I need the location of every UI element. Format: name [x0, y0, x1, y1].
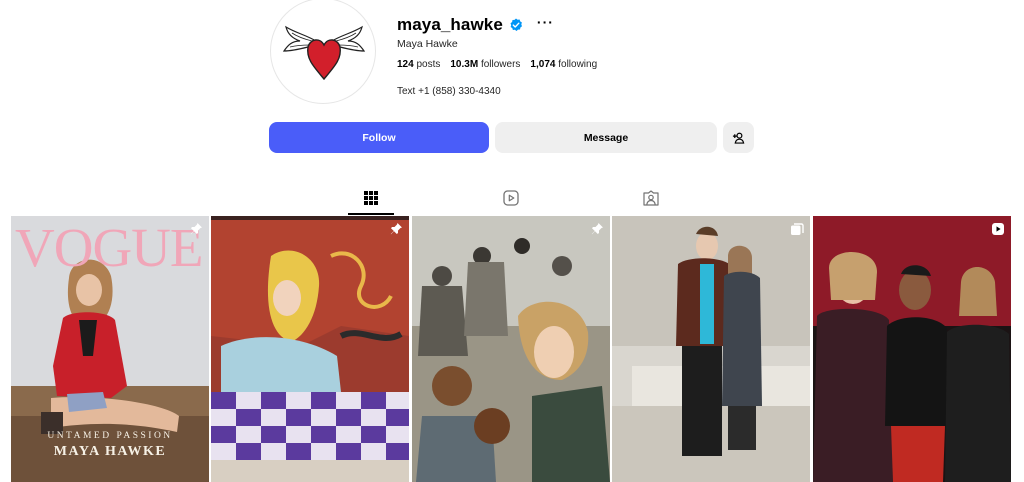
post-tile-2[interactable] — [211, 216, 409, 482]
winged-heart-icon — [282, 25, 366, 81]
checkered-floor — [211, 392, 409, 460]
post-tile-4[interactable] — [612, 216, 810, 482]
profile-stats: 124 posts 10.3M followers 1,074 followin… — [397, 59, 597, 70]
username-row: maya_hawke ··· — [397, 14, 554, 36]
pin-icon — [190, 223, 202, 235]
cover-name: MAYA HAWKE — [53, 444, 167, 459]
more-options-icon[interactable]: ··· — [537, 15, 554, 29]
carousel-icon — [791, 223, 804, 235]
follow-button[interactable]: Follow — [269, 122, 489, 153]
post-image — [813, 216, 1011, 482]
post-tile-5[interactable] — [813, 216, 1011, 482]
tab-tagged[interactable] — [641, 188, 661, 208]
posts-grid: VOGUE UNTAMED PASSION MAYA HAWKE — [11, 216, 1013, 482]
post-image — [211, 216, 409, 482]
reel-icon — [992, 223, 1004, 235]
profile-avatar[interactable] — [270, 0, 376, 104]
followers-stat[interactable]: 10.3M followers — [450, 59, 520, 70]
bio-text: Text +1 (858) 330-4340 — [397, 86, 501, 97]
post-image — [612, 216, 810, 482]
cover-tagline: UNTAMED PASSION — [47, 431, 173, 441]
followers-count: 10.3M — [450, 59, 479, 70]
add-user-icon — [732, 132, 745, 144]
tab-reels[interactable] — [501, 188, 521, 208]
posts-stat: 124 posts — [397, 59, 440, 70]
following-label: following — [558, 59, 598, 70]
reels-icon — [503, 190, 519, 206]
grid-icon — [364, 191, 378, 205]
following-count: 1,074 — [530, 59, 556, 70]
posts-label: posts — [416, 59, 441, 70]
full-name: Maya Hawke — [397, 38, 458, 50]
active-tab-indicator — [348, 213, 394, 215]
username: maya_hawke — [397, 15, 503, 34]
pin-icon — [591, 223, 603, 235]
post-tile-1[interactable]: VOGUE UNTAMED PASSION MAYA HAWKE — [11, 216, 209, 482]
post-image — [412, 216, 610, 482]
cover-title: VOGUE — [15, 217, 203, 278]
following-stat[interactable]: 1,074 following — [530, 59, 597, 70]
post-tile-3[interactable] — [412, 216, 610, 482]
tagged-icon — [643, 190, 659, 206]
followers-label: followers — [480, 59, 521, 70]
message-button[interactable]: Message — [495, 122, 717, 153]
verified-badge-icon — [510, 18, 522, 31]
posts-count: 124 — [397, 59, 414, 70]
pin-icon — [390, 223, 402, 235]
tab-posts[interactable] — [361, 188, 381, 208]
suggested-users-button[interactable] — [723, 122, 754, 153]
